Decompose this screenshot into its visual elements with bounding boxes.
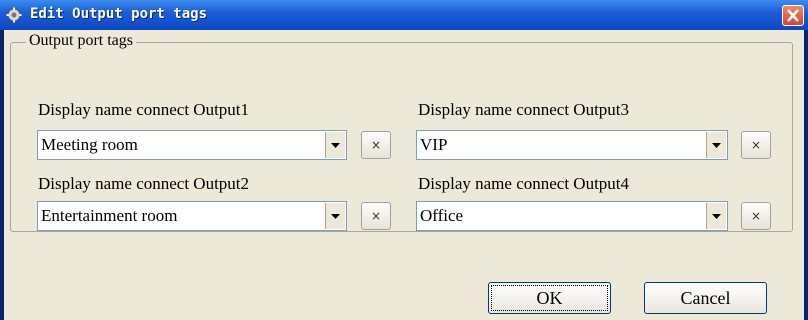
- output1-combo[interactable]: Meeting room: [37, 130, 347, 160]
- window-title: Edit Output port tags: [30, 6, 208, 22]
- title-bar[interactable]: Edit Output port tags: [0, 0, 808, 30]
- close-icon: [787, 9, 799, 22]
- chevron-down-icon: [712, 214, 721, 219]
- cancel-button[interactable]: Cancel: [644, 282, 767, 314]
- output4-label: Display name connect Output4: [418, 174, 630, 193]
- chevron-down-icon: [331, 143, 340, 148]
- output3-combo[interactable]: VIP: [416, 130, 728, 160]
- output2-combo[interactable]: Entertainment room: [37, 201, 347, 231]
- output3-label: Display name connect Output3: [418, 100, 630, 119]
- output2-label: Display name connect Output2: [38, 174, 250, 193]
- chevron-down-icon: [331, 214, 340, 219]
- output1-value: Meeting room: [41, 135, 138, 154]
- output4-value: Office: [420, 206, 464, 225]
- output4-dropdown-button[interactable]: [706, 203, 726, 229]
- output2-value: Entertainment room: [41, 206, 178, 225]
- ok-button[interactable]: OK: [488, 282, 611, 314]
- output2-clear-button[interactable]: ×: [361, 202, 391, 230]
- output1-label: Display name connect Output1: [38, 100, 250, 119]
- output1-dropdown-button[interactable]: [325, 132, 345, 158]
- output3-value: VIP: [420, 135, 448, 154]
- output2-dropdown-button[interactable]: [325, 203, 345, 229]
- chevron-down-icon: [712, 143, 721, 148]
- group-legend: Output port tags: [26, 32, 136, 50]
- close-button[interactable]: [782, 5, 804, 26]
- output1-clear-button[interactable]: ×: [361, 131, 391, 159]
- gear-icon: [6, 7, 22, 23]
- output3-clear-button[interactable]: ×: [741, 131, 771, 159]
- output4-clear-button[interactable]: ×: [741, 202, 771, 230]
- output4-combo[interactable]: Office: [416, 201, 728, 231]
- output3-dropdown-button[interactable]: [706, 132, 726, 158]
